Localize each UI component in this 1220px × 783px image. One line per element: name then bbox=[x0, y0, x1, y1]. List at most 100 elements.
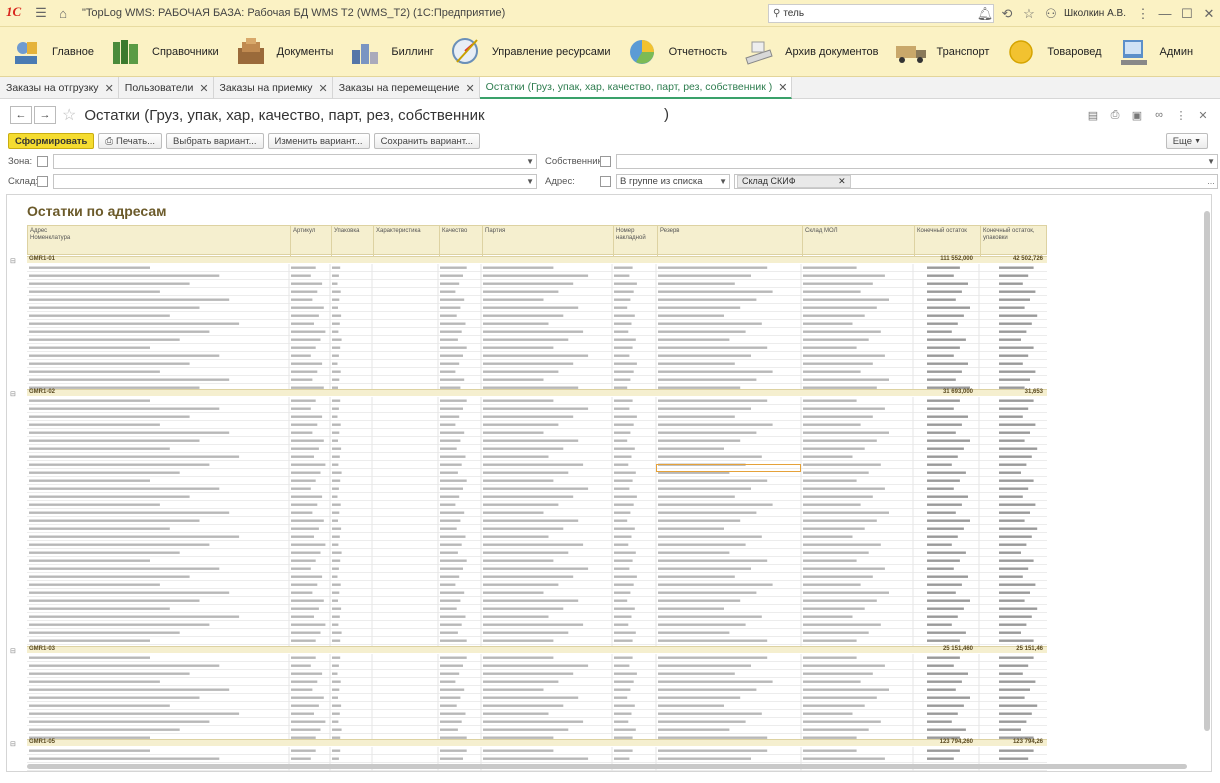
preview-icon[interactable]: ▣ bbox=[1128, 107, 1146, 123]
section-archive[interactable]: Архив документов bbox=[733, 27, 884, 77]
history-icon[interactable]: ⟲ bbox=[996, 4, 1018, 24]
selected-cell[interactable] bbox=[656, 464, 801, 472]
section-resources[interactable]: Управление ресурсами bbox=[440, 27, 617, 77]
close-icon[interactable]: ✕ bbox=[838, 176, 846, 186]
section-label: Транспорт bbox=[936, 45, 990, 58]
section-merchandiser[interactable]: Товаровед bbox=[995, 27, 1107, 77]
admin-icon bbox=[1116, 35, 1152, 69]
tab-receipt-orders[interactable]: Заказы на приемку ✕ bbox=[214, 77, 333, 99]
printer-icon: ⎙ bbox=[105, 135, 113, 147]
close-form-icon[interactable]: ✕ bbox=[1194, 107, 1212, 123]
group-total: 111 552,000 bbox=[940, 256, 973, 262]
group-row[interactable]: GMR1-05 123 794,260 123 794,26 bbox=[27, 739, 1047, 746]
main-menu-icon[interactable]: ☰ bbox=[30, 3, 52, 23]
user-icon[interactable]: ⚇ bbox=[1040, 4, 1062, 24]
section-catalogs[interactable]: Справочники bbox=[100, 27, 225, 77]
documents-icon bbox=[233, 35, 269, 69]
warehouse-checkbox[interactable] bbox=[37, 176, 48, 187]
column-header-package: Упаковка bbox=[331, 226, 373, 256]
owner-checkbox[interactable] bbox=[600, 156, 611, 167]
close-icon[interactable]: ✕ bbox=[465, 82, 474, 95]
chevron-down-icon[interactable]: ▼ bbox=[1207, 155, 1215, 169]
open-windows-tabs: Заказы на отгрузку ✕ Пользователи ✕ Зака… bbox=[0, 77, 1220, 99]
favorites-icon[interactable]: ☆ bbox=[1018, 4, 1040, 24]
group-row[interactable]: GMR1-03 25 151,460 25 151,46 bbox=[27, 646, 1047, 653]
section-reports[interactable]: Отчетность bbox=[617, 27, 734, 77]
detail-rows-grid bbox=[27, 264, 1047, 392]
tab-stock-balances[interactable]: Остатки (Груз, упак, хар, качество, парт… bbox=[479, 77, 793, 99]
collapse-icon[interactable]: ⊟ bbox=[10, 740, 16, 748]
group-rows bbox=[27, 264, 1047, 392]
tab-shipment-orders[interactable]: Заказы на отгрузку ✕ bbox=[0, 77, 119, 99]
maximize-icon[interactable]: ☐ bbox=[1176, 4, 1198, 24]
address-chip[interactable]: Склад СКИФ ✕ bbox=[737, 175, 851, 188]
group-row[interactable]: GMR1-01 111 552,000 42 502,726 bbox=[27, 256, 1047, 263]
collapse-icon[interactable]: ⊟ bbox=[10, 257, 16, 265]
save-variant-button[interactable]: Сохранить вариант... bbox=[373, 133, 480, 149]
change-variant-button[interactable]: Изменить вариант... bbox=[267, 133, 370, 149]
tab-label: Остатки (Груз, упак, хар, качество, парт… bbox=[485, 81, 773, 93]
collapse-icon[interactable]: ⊟ bbox=[10, 647, 16, 655]
tab-transfer-orders[interactable]: Заказы на перемещение ✕ bbox=[333, 77, 480, 99]
column-header: Адрес Номенклатура bbox=[28, 226, 298, 256]
section-main[interactable]: Главное bbox=[0, 27, 100, 77]
scroll-thumb[interactable] bbox=[1204, 211, 1210, 731]
print-icon[interactable]: ⎙ bbox=[1106, 107, 1124, 123]
billing-icon bbox=[347, 35, 383, 69]
notifications-icon[interactable]: 🔔︎ bbox=[974, 4, 996, 24]
user-name[interactable]: Школкин А.В. bbox=[1064, 8, 1126, 19]
group-name: GMR1-03 bbox=[29, 646, 56, 652]
print-button[interactable]: ⎙ Печать... bbox=[98, 133, 163, 149]
section-documents[interactable]: Документы bbox=[225, 27, 340, 77]
choose-variant-button[interactable]: Выбрать вариант... bbox=[166, 133, 264, 149]
window-menu-icon[interactable]: ⋮ bbox=[1132, 4, 1154, 24]
app-logo: 1С bbox=[6, 4, 22, 19]
forward-button[interactable]: → bbox=[34, 106, 56, 124]
zone-checkbox[interactable] bbox=[37, 156, 48, 167]
warehouse-field[interactable]: ▼ bbox=[53, 174, 537, 189]
zone-field[interactable]: ▼ bbox=[53, 154, 537, 169]
search-input[interactable]: ⚲ тель bbox=[768, 4, 994, 23]
save-icon[interactable]: ▤ bbox=[1084, 107, 1102, 123]
column-header-address: Адрес bbox=[30, 228, 48, 234]
close-icon[interactable]: ✕ bbox=[319, 82, 328, 95]
vertical-scrollbar[interactable] bbox=[1204, 205, 1210, 760]
section-label: Биллинг bbox=[391, 45, 434, 58]
home-icon[interactable]: ⌂ bbox=[52, 3, 74, 23]
close-icon[interactable]: ✕ bbox=[199, 82, 208, 95]
close-icon[interactable]: ✕ bbox=[105, 82, 114, 95]
favorite-star-icon[interactable]: ☆ bbox=[62, 105, 76, 125]
more-button[interactable]: Еще ▼ bbox=[1165, 133, 1208, 149]
horizontal-scrollbar[interactable] bbox=[27, 764, 1187, 769]
books-icon bbox=[108, 35, 144, 69]
owner-field[interactable]: ▼ bbox=[616, 154, 1218, 169]
link-icon[interactable]: ∞ bbox=[1150, 107, 1168, 123]
search-icon: ⚲ bbox=[773, 8, 781, 19]
group-name: GMR1-05 bbox=[29, 739, 56, 745]
group-row[interactable]: GMR1-02 31 693,000 31,653 bbox=[27, 389, 1047, 396]
minimize-icon[interactable]: — bbox=[1154, 4, 1176, 24]
close-icon[interactable]: ✕ bbox=[1198, 4, 1220, 24]
generate-button[interactable]: Сформировать bbox=[8, 133, 95, 149]
address-mode-select[interactable]: В группе из списка ▼ bbox=[616, 174, 730, 189]
group-total-packs: 123 794,26 bbox=[1012, 739, 1043, 745]
tab-users[interactable]: Пользователи ✕ bbox=[119, 77, 214, 99]
column-header-quality: Качество bbox=[439, 226, 482, 256]
close-icon[interactable]: ✕ bbox=[778, 81, 787, 94]
section-admin[interactable]: Админ bbox=[1108, 27, 1200, 77]
chevron-down-icon[interactable]: ▼ bbox=[526, 155, 534, 169]
more-icon[interactable]: ⋮ bbox=[1172, 107, 1190, 123]
section-transport[interactable]: Транспорт bbox=[885, 27, 996, 77]
ellipsis-icon[interactable]: … bbox=[1207, 175, 1215, 189]
page-title-end: ) bbox=[664, 106, 669, 123]
back-button[interactable]: ← bbox=[10, 106, 32, 124]
chevron-down-icon[interactable]: ▼ bbox=[526, 175, 534, 189]
group-rows bbox=[27, 397, 1047, 653]
section-billing[interactable]: Биллинг bbox=[339, 27, 439, 77]
address-checkbox[interactable] bbox=[600, 176, 611, 187]
chevron-down-icon[interactable]: ▼ bbox=[719, 175, 727, 189]
print-label: Печать... bbox=[115, 135, 156, 147]
detail-rows-grid bbox=[27, 654, 1047, 742]
collapse-icon[interactable]: ⊟ bbox=[10, 390, 16, 398]
page-title: Остатки (Груз, упак, хар, качество, парт… bbox=[84, 106, 485, 124]
